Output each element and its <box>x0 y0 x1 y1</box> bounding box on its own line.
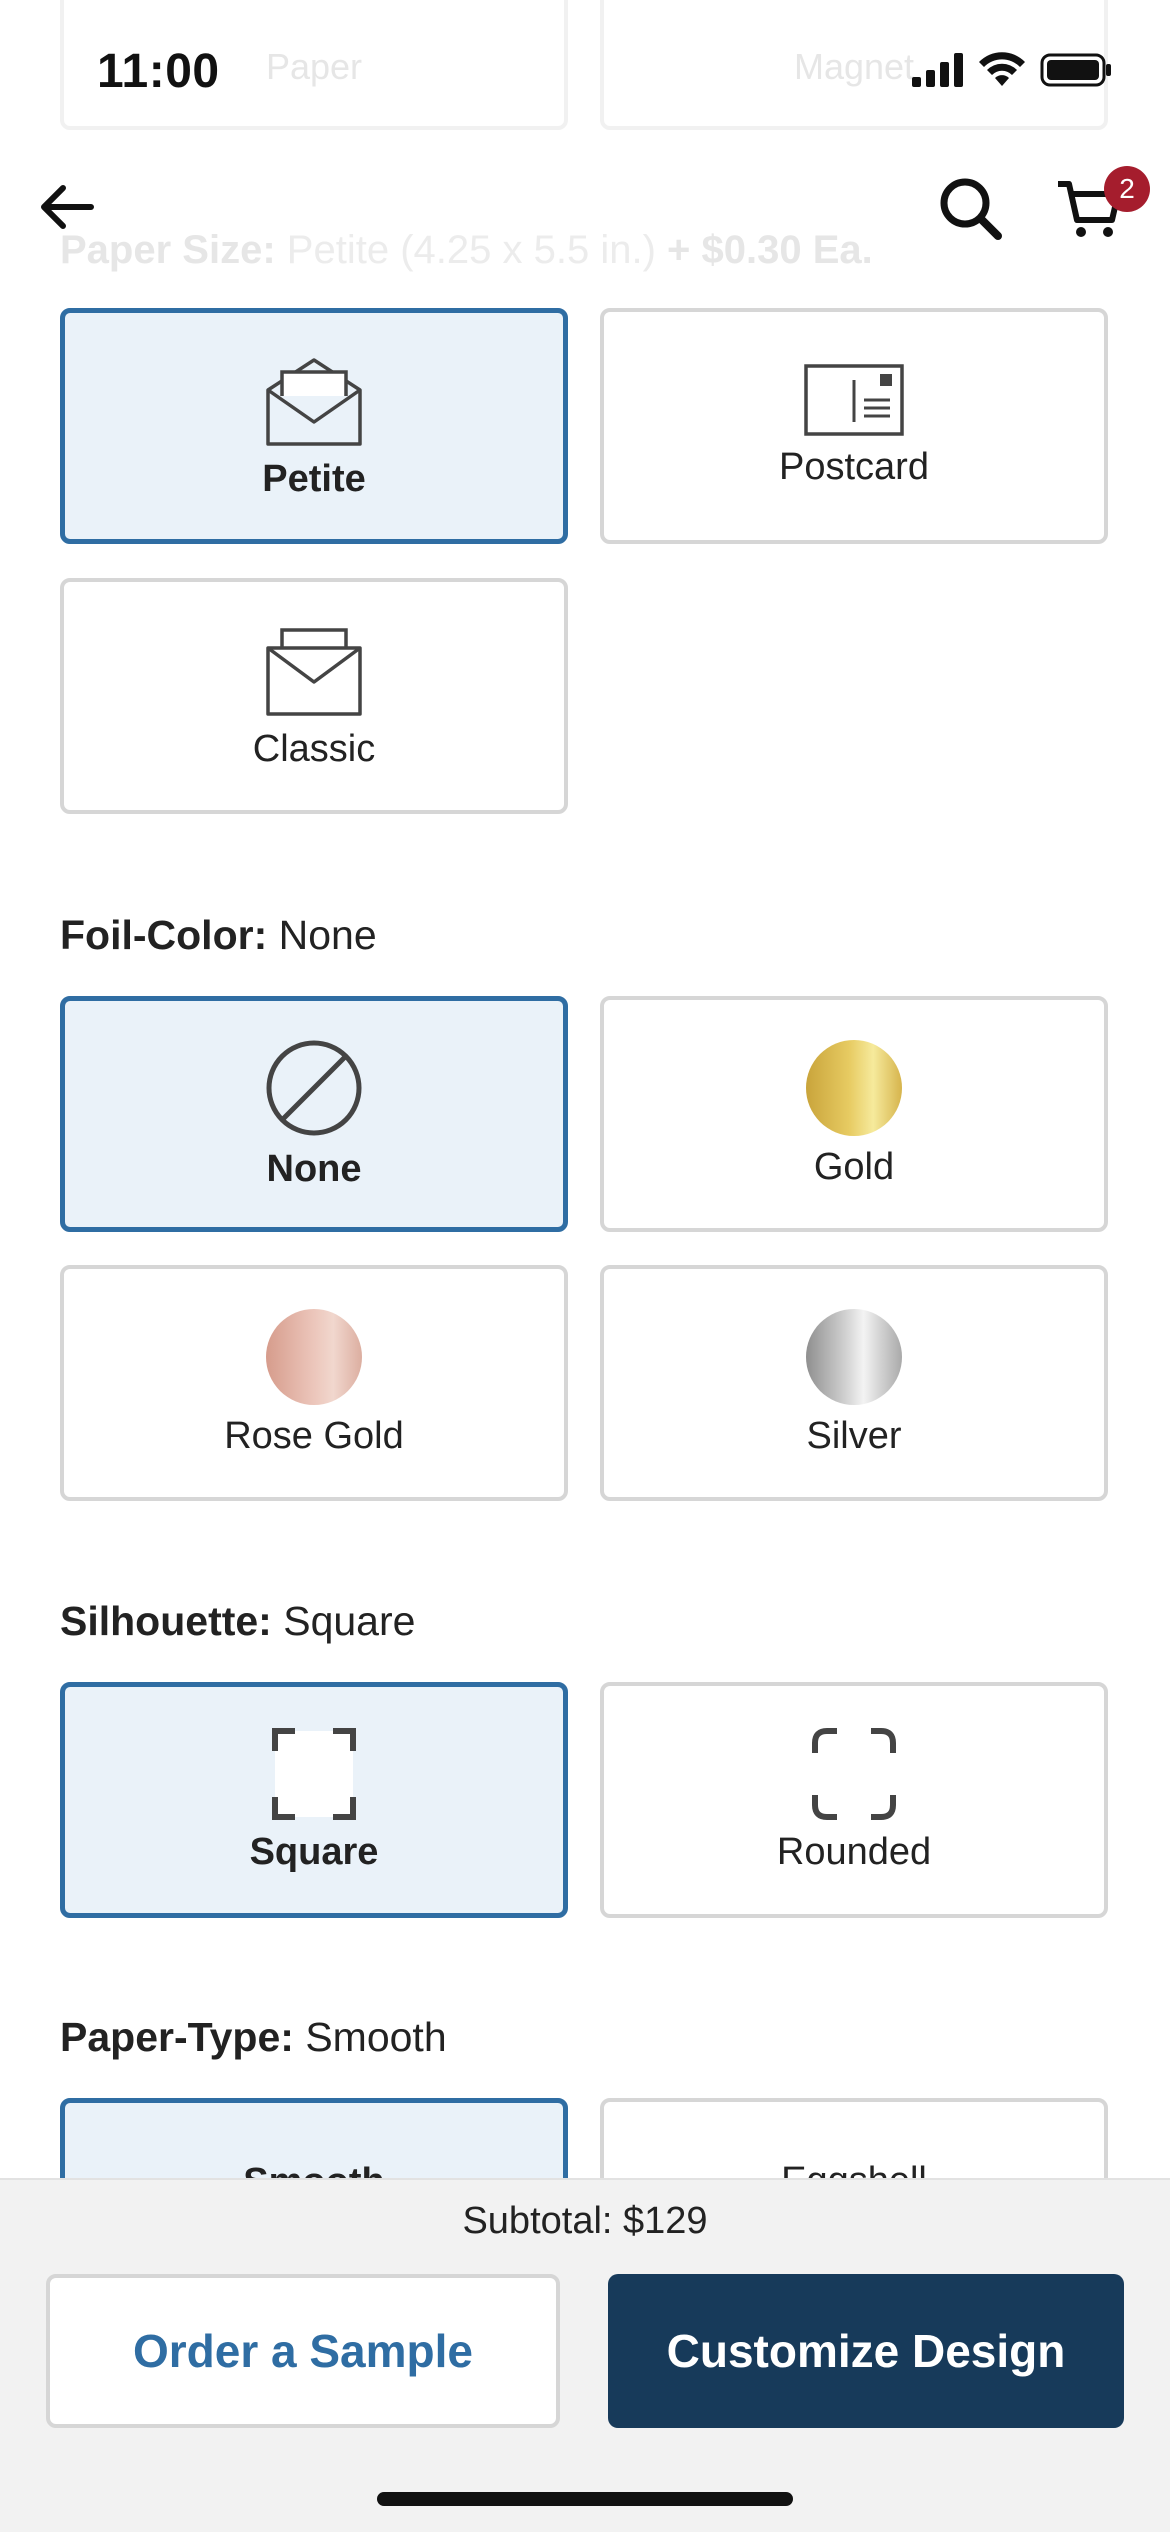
wifi-icon <box>979 52 1025 86</box>
no-symbol-icon <box>266 1040 362 1135</box>
silhouette-heading: Silhouette: Square <box>60 1598 415 1645</box>
silver-label: Silver <box>806 1414 902 1457</box>
ghost-line-value: Petite <box>286 228 390 272</box>
none-label: None <box>266 1147 362 1190</box>
postcard-label: Postcard <box>779 445 929 488</box>
silhouette-option-rounded[interactable]: Rounded <box>600 1682 1108 1918</box>
paper-type-value: Smooth <box>305 2014 447 2060</box>
paper-type-option-smooth[interactable]: Smooth <box>60 2098 568 2178</box>
paper-type-heading: Paper-Type: Smooth <box>60 2014 447 2061</box>
foil-color-value: None <box>278 912 377 958</box>
back-arrow-icon <box>41 185 94 229</box>
status-icons <box>912 52 1112 88</box>
open-envelope-icon <box>266 357 362 446</box>
gold-label: Gold <box>813 1145 895 1188</box>
battery-icon <box>1040 53 1111 87</box>
silver-swatch <box>806 1308 902 1405</box>
gold-swatch <box>806 1039 902 1136</box>
postcard-icon <box>804 363 904 436</box>
paper-size-option-classic[interactable]: Classic <box>60 578 568 814</box>
search-icon <box>940 178 1002 240</box>
rounded-label: Rounded <box>776 1830 932 1873</box>
status-time: 11:00 <box>97 45 220 98</box>
classic-label: Classic <box>252 727 376 770</box>
foil-option-none[interactable]: None <box>60 996 568 1232</box>
cart-count-badge: 2 <box>1104 166 1150 212</box>
paper-type-option-eggshell[interactable]: Eggshell <box>600 2098 1108 2178</box>
rose-gold-label: Rose Gold <box>224 1414 404 1457</box>
foil-option-gold[interactable]: Gold <box>600 996 1108 1232</box>
square-label: Square <box>249 1830 379 1873</box>
ghost-line-dims: (4.25 x 5.5 in.) <box>400 228 656 272</box>
smooth-label: Smooth <box>243 2161 384 2178</box>
ghost-line-price: + $0.30 Ea. <box>667 228 873 272</box>
envelope-card-icon <box>266 627 362 716</box>
paper-type-options: Smooth Eggshell <box>0 2098 1170 2178</box>
silhouette-title: Silhouette: <box>60 1598 272 1644</box>
paper-type-title: Paper-Type: <box>60 2014 294 2060</box>
cellular-signal-icon <box>912 53 963 87</box>
square-corners-icon <box>272 1727 356 1820</box>
customize-design-button[interactable]: Customize Design <box>608 2274 1124 2428</box>
eggshell-label: Eggshell <box>781 2160 927 2178</box>
rounded-corners-icon <box>812 1727 896 1820</box>
search-button[interactable] <box>938 176 1004 242</box>
home-indicator[interactable] <box>377 2492 793 2506</box>
foil-color-title: Foil-Color: <box>60 912 268 958</box>
rose-gold-swatch <box>266 1308 362 1405</box>
foil-color-heading: Foil-Color: None <box>60 912 377 959</box>
silhouette-value: Square <box>283 1598 416 1644</box>
subtotal-text: Subtotal: $129 <box>462 2200 708 2242</box>
foil-option-silver[interactable]: Silver <box>600 1265 1108 1501</box>
paper-size-option-postcard[interactable]: Postcard <box>600 308 1108 544</box>
back-button[interactable] <box>36 176 98 238</box>
paper-size-option-petite[interactable]: Petite <box>60 308 568 544</box>
foil-option-rose-gold[interactable]: Rose Gold <box>60 1265 568 1501</box>
ghost-paper-size-line: Paper Size: Petite (4.25 x 5.5 in.) + $0… <box>60 228 873 273</box>
silhouette-option-square[interactable]: Square <box>60 1682 568 1918</box>
order-sample-button[interactable]: Order a Sample <box>46 2274 560 2428</box>
petite-label: Petite <box>262 457 366 500</box>
